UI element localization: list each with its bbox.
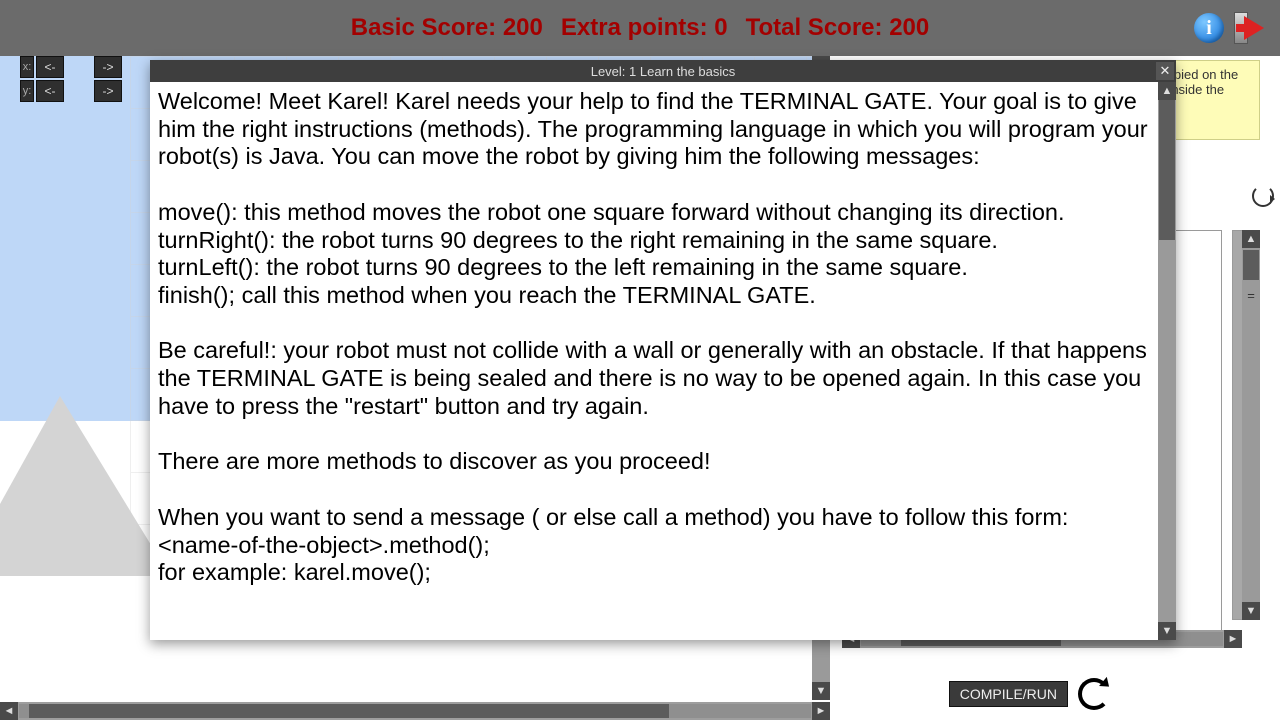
- close-icon[interactable]: ✕: [1156, 62, 1174, 80]
- scroll-down-button[interactable]: ▼: [1242, 602, 1260, 620]
- y-label: y:: [20, 80, 34, 102]
- extra-points-label: Extra points:: [561, 14, 708, 41]
- scroll-track[interactable]: [19, 704, 811, 718]
- dialog-titlebar[interactable]: Level: 1 Learn the basics ✕: [150, 60, 1176, 82]
- dialog-body-text: Welcome! Meet Karel! Karel needs your he…: [150, 82, 1158, 640]
- basic-score-label: Basic Score:: [351, 14, 496, 41]
- y-increase-button[interactable]: ->: [94, 80, 122, 102]
- extra-points: Extra points: 0: [561, 14, 728, 42]
- scroll-left-button[interactable]: ◄: [0, 702, 18, 720]
- compile-run-area: COMPILE/RUN: [949, 678, 1110, 710]
- basic-score-value: 200: [503, 14, 543, 41]
- scroll-track[interactable]: [1158, 100, 1176, 622]
- scroll-thumb[interactable]: [29, 704, 669, 718]
- scroll-down-button[interactable]: ▼: [812, 682, 830, 700]
- scroll-right-button[interactable]: ►: [1224, 630, 1242, 648]
- dialog-title-text: Level: 1 Learn the basics: [591, 64, 736, 79]
- scroll-right-button[interactable]: ►: [812, 702, 830, 720]
- top-bar: Basic Score: 200 Extra points: 0 Total S…: [0, 0, 1280, 56]
- scroll-thumb[interactable]: [1159, 100, 1175, 240]
- scores: Basic Score: 200 Extra points: 0 Total S…: [351, 14, 929, 42]
- coordinate-pad: x: <- -> y: <- ->: [20, 56, 122, 104]
- scroll-down-button[interactable]: ▼: [1158, 622, 1176, 640]
- basic-score: Basic Score: 200: [351, 14, 543, 42]
- x-decrease-button[interactable]: <-: [36, 56, 64, 78]
- scroll-track[interactable]: =: [1242, 248, 1260, 602]
- total-score-label: Total Score:: [746, 14, 883, 41]
- dialog-vertical-scrollbar[interactable]: ▲ ▼: [1158, 82, 1176, 640]
- scroll-up-button[interactable]: ▲: [1158, 82, 1176, 100]
- y-decrease-button[interactable]: <-: [36, 80, 64, 102]
- info-icon[interactable]: i: [1194, 13, 1224, 43]
- scroll-up-button[interactable]: ▲: [1242, 230, 1260, 248]
- refresh-icon[interactable]: [1252, 185, 1274, 207]
- code-vertical-scrollbar[interactable]: ▲ = ▼: [1242, 230, 1260, 620]
- total-score-value: 200: [889, 14, 929, 41]
- exit-icon[interactable]: [1230, 8, 1270, 48]
- total-score: Total Score: 200: [746, 14, 930, 42]
- level-dialog: Level: 1 Learn the basics ✕ Welcome! Mee…: [150, 60, 1176, 640]
- ramp-shape: [0, 396, 170, 576]
- restart-icon[interactable]: [1078, 678, 1110, 710]
- x-label: x:: [20, 56, 34, 78]
- extra-points-value: 0: [714, 14, 727, 41]
- equals-marker: =: [1245, 288, 1257, 303]
- arrow-head: [1244, 16, 1264, 40]
- compile-run-button[interactable]: COMPILE/RUN: [949, 681, 1068, 707]
- x-increase-button[interactable]: ->: [94, 56, 122, 78]
- game-horizontal-scrollbar[interactable]: ◄ ►: [0, 702, 830, 720]
- scroll-thumb[interactable]: [1243, 250, 1259, 280]
